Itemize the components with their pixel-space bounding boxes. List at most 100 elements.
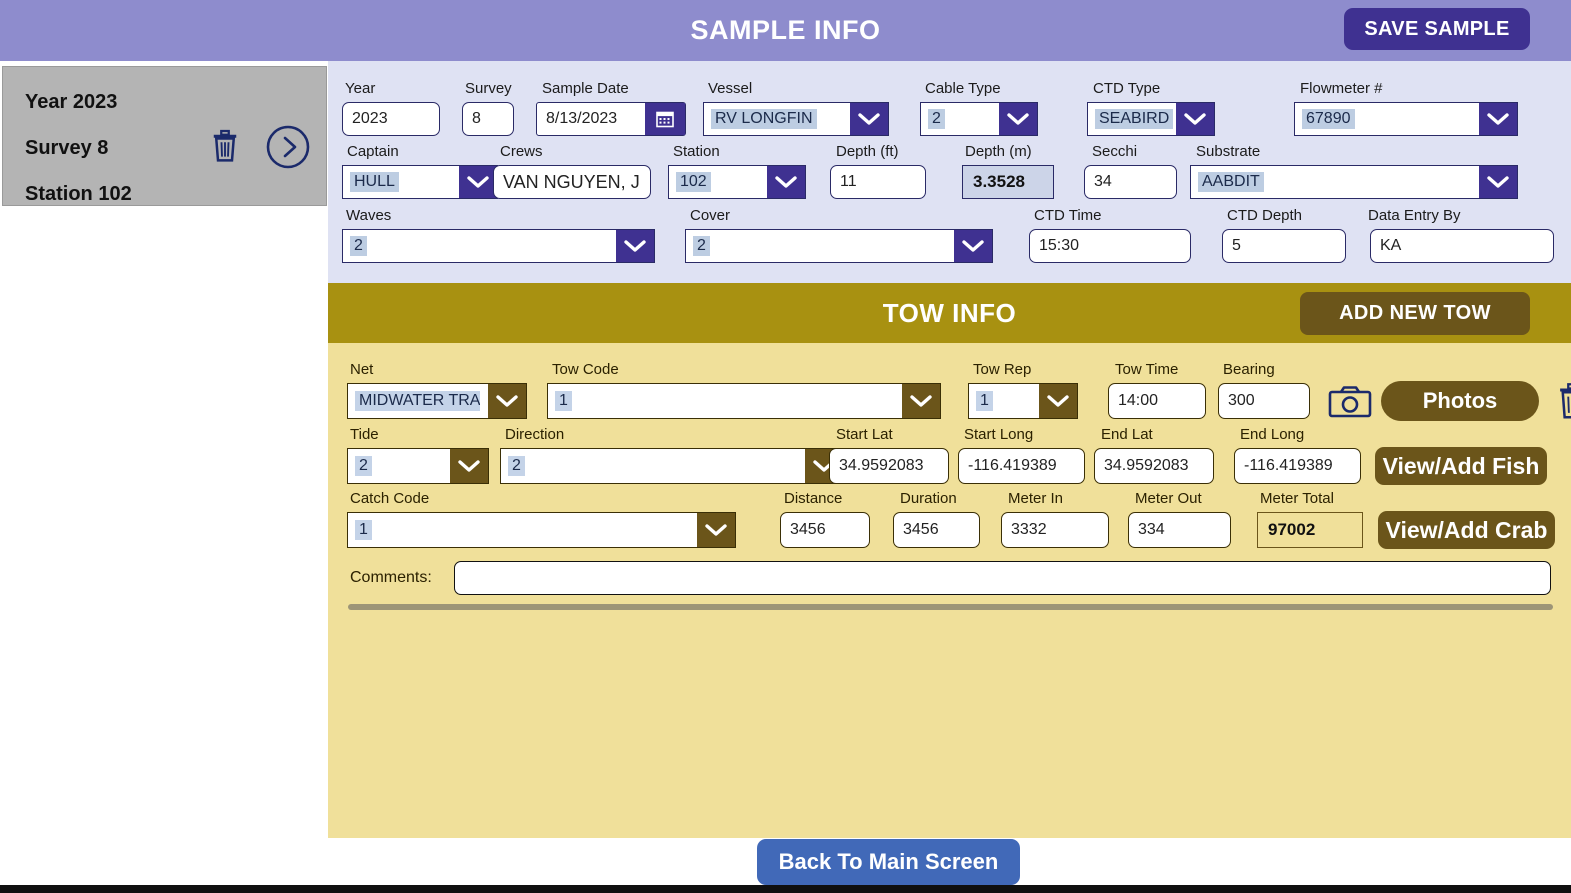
chevron-down-icon[interactable] [697, 513, 735, 547]
label-meter-in: Meter In [1008, 490, 1064, 507]
label-ctd-time: CTD Time [1034, 207, 1102, 224]
chevron-down-icon[interactable] [1039, 384, 1077, 418]
catch-code-select[interactable]: 1 [347, 512, 736, 548]
duration-input[interactable] [893, 512, 980, 548]
tow-code-value: 1 [555, 391, 572, 411]
chevron-down-icon[interactable] [450, 449, 488, 483]
label-substrate: Substrate [1196, 143, 1261, 160]
label-end-lat: End Lat [1101, 426, 1153, 443]
tow-rep-select[interactable]: 1 [968, 383, 1078, 419]
catch-code-value: 1 [355, 520, 372, 540]
trash-icon[interactable] [210, 129, 240, 163]
station-select[interactable]: 102 [668, 165, 806, 199]
chevron-down-icon[interactable] [459, 166, 497, 198]
net-select[interactable]: MIDWATER TRAWL [347, 383, 527, 419]
chevron-down-icon[interactable] [488, 384, 526, 418]
secchi-input[interactable] [1084, 165, 1177, 199]
label-crews: Crews [500, 143, 543, 160]
label-vessel: Vessel [708, 80, 753, 97]
back-to-main-screen-button[interactable]: Back To Main Screen [757, 839, 1020, 885]
sample-date-field[interactable]: 8/13/2023 [536, 102, 686, 136]
end-lat-input[interactable] [1094, 448, 1214, 484]
label-start-lat: Start Lat [836, 426, 893, 443]
tide-value: 2 [355, 456, 372, 476]
vessel-value: RV LONGFIN [711, 109, 817, 129]
end-long-input[interactable] [1234, 448, 1361, 484]
label-depth-ft: Depth (ft) [836, 143, 899, 160]
bearing-input[interactable] [1218, 383, 1310, 419]
depth-ft-input[interactable] [830, 165, 926, 199]
direction-value: 2 [508, 456, 525, 476]
chevron-down-icon[interactable] [954, 230, 992, 262]
cable-type-select[interactable]: 2 [920, 102, 1038, 136]
view-add-crab-button[interactable]: View/Add Crab [1378, 511, 1555, 549]
chevron-down-icon[interactable] [999, 103, 1037, 135]
sample-card-year: Year 2023 [25, 91, 118, 113]
substrate-select[interactable]: AABDIT [1190, 165, 1518, 199]
net-value: MIDWATER TRAWL [355, 391, 480, 411]
direction-select[interactable]: 2 [500, 448, 844, 484]
depth-m-value: 3.3528 [962, 165, 1054, 199]
photos-button[interactable]: Photos [1381, 381, 1539, 421]
chevron-down-icon[interactable] [1176, 103, 1214, 135]
sidebar: Year 2023 Survey 8 Station 102 [0, 61, 328, 893]
distance-input[interactable] [780, 512, 870, 548]
ctd-type-select[interactable]: SEABIRD [1087, 102, 1215, 136]
meter-out-input[interactable] [1128, 512, 1231, 548]
sample-info-panel: Year Survey Sample Date 8/13/2023 Vessel… [328, 61, 1571, 283]
label-tow-time: Tow Time [1115, 361, 1179, 378]
start-long-input[interactable] [958, 448, 1085, 484]
tide-select[interactable]: 2 [347, 448, 489, 484]
chevron-down-icon[interactable] [1479, 103, 1517, 135]
label-station: Station [673, 143, 720, 160]
ctd-time-input[interactable] [1029, 229, 1191, 263]
top-header-bar: SAMPLE INFO SAVE SAMPLE [0, 0, 1571, 61]
waves-select[interactable]: 2 [342, 229, 655, 263]
chevron-right-circle-icon[interactable] [266, 125, 310, 169]
meter-in-input[interactable] [1001, 512, 1109, 548]
cable-type-value: 2 [928, 109, 945, 129]
trash-icon[interactable] [1557, 381, 1571, 421]
label-tide: Tide [350, 426, 379, 443]
label-secchi: Secchi [1092, 143, 1138, 160]
year-input[interactable] [342, 102, 440, 136]
sample-date-value: 8/13/2023 [546, 110, 618, 127]
add-new-tow-button[interactable]: ADD NEW TOW [1300, 292, 1530, 335]
save-sample-button[interactable]: SAVE SAMPLE [1344, 8, 1530, 50]
sample-card-survey: Survey 8 [25, 137, 109, 159]
label-captain: Captain [347, 143, 399, 160]
tow-code-select[interactable]: 1 [547, 383, 941, 419]
sample-info-screen: SAMPLE INFO SAVE SAMPLE Year 2023 Survey… [0, 0, 1571, 893]
view-add-fish-button[interactable]: View/Add Fish [1375, 447, 1547, 485]
crews-input[interactable] [493, 165, 651, 199]
calendar-icon[interactable] [645, 103, 685, 135]
camera-icon[interactable] [1328, 385, 1372, 419]
tow-time-input[interactable] [1108, 383, 1206, 419]
sample-card-station: Station 102 [25, 183, 132, 205]
start-lat-input[interactable] [829, 448, 949, 484]
vessel-select[interactable]: RV LONGFIN [703, 102, 889, 136]
label-distance: Distance [784, 490, 843, 507]
data-entry-by-input[interactable] [1370, 229, 1554, 263]
label-flowmeter: Flowmeter # [1300, 80, 1383, 97]
cover-select[interactable]: 2 [685, 229, 993, 263]
sample-card[interactable]: Year 2023 Survey 8 Station 102 [2, 66, 327, 206]
chevron-down-icon[interactable] [1479, 166, 1517, 198]
tow-rep-value: 1 [976, 391, 993, 411]
ctd-depth-input[interactable] [1222, 229, 1346, 263]
captain-select[interactable]: HULL [342, 165, 498, 199]
tow-info-header-bar: TOW INFO ADD NEW TOW [328, 283, 1571, 343]
section-divider [348, 604, 1553, 610]
comments-input[interactable] [454, 561, 1551, 595]
station-value: 102 [676, 172, 711, 192]
flowmeter-select[interactable]: 67890 [1294, 102, 1518, 136]
label-catch-code: Catch Code [350, 490, 430, 507]
chevron-down-icon[interactable] [902, 384, 940, 418]
survey-input[interactable] [462, 102, 514, 136]
chevron-down-icon[interactable] [850, 103, 888, 135]
chevron-down-icon[interactable] [616, 230, 654, 262]
label-year: Year [345, 80, 376, 97]
flowmeter-value: 67890 [1302, 109, 1355, 129]
cover-value: 2 [693, 236, 710, 256]
chevron-down-icon[interactable] [767, 166, 805, 198]
